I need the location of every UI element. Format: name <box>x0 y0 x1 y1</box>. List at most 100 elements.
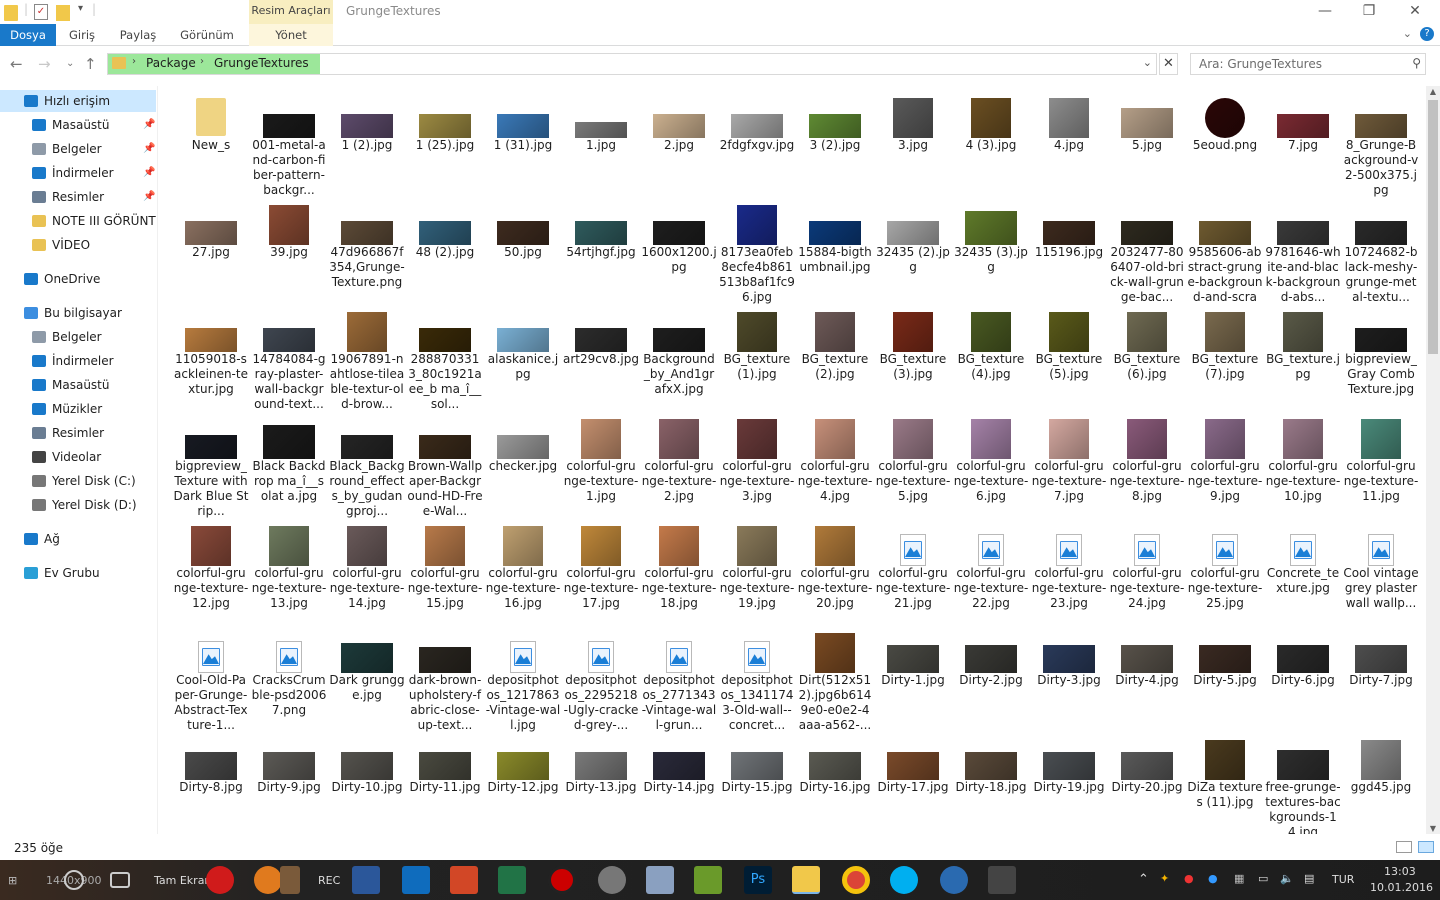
start-icon[interactable]: ⊞ <box>8 874 17 887</box>
file-item[interactable]: Dirty-7.jpg <box>1343 629 1419 734</box>
file-item[interactable]: ggd45.jpg <box>1343 736 1419 834</box>
outlook-icon[interactable] <box>402 866 430 894</box>
file-item[interactable]: 4.jpg <box>1031 94 1107 199</box>
tab-home[interactable]: Giriş <box>58 24 106 46</box>
file-item[interactable]: Dirty-12.jpg <box>485 736 561 834</box>
file-item[interactable]: colorful-grunge-texture-7.jpg <box>1031 415 1107 520</box>
sidebar-item[interactable]: İndirmeler <box>0 350 156 372</box>
file-item[interactable]: Dirty-15.jpg <box>719 736 795 834</box>
firefox-icon[interactable] <box>254 866 282 894</box>
file-item[interactable]: colorful-grunge-texture-9.jpg <box>1187 415 1263 520</box>
sidebar-item[interactable]: Masaüstü 📌 <box>0 114 156 136</box>
file-item[interactable]: 115196.jpg <box>1031 201 1107 306</box>
file-item[interactable]: Black_Background_effects_by_gudangproj..… <box>329 415 405 520</box>
language-indicator[interactable]: TUR <box>1332 873 1354 886</box>
skype-icon[interactable] <box>890 866 918 894</box>
file-item[interactable]: checker.jpg <box>485 415 561 520</box>
flag-app-icon[interactable] <box>988 866 1016 894</box>
file-item[interactable]: 2fdgfxgv.jpg <box>719 94 795 199</box>
file-item[interactable]: Dirty-13.jpg <box>563 736 639 834</box>
tab-file[interactable]: Dosya <box>0 24 56 46</box>
file-item[interactable]: bigpreview_Texture with Dark Blue Strip.… <box>173 415 249 520</box>
file-item[interactable]: BG_texture (5).jpg <box>1031 308 1107 413</box>
sidebar-item[interactable]: Masaüstü <box>0 374 156 396</box>
file-item[interactable]: Cool vintage grey plaster wall wallp... <box>1343 522 1419 627</box>
file-item[interactable]: colorful-grunge-texture-18.jpg <box>641 522 717 627</box>
file-item[interactable]: colorful-grunge-texture-25.jpg <box>1187 522 1263 627</box>
file-item[interactable]: BG_texture (7).jpg <box>1187 308 1263 413</box>
file-item[interactable]: colorful-grunge-texture-16.jpg <box>485 522 561 627</box>
file-item[interactable]: colorful-grunge-texture-12.jpg <box>173 522 249 627</box>
sidebar-item[interactable]: OneDrive <box>0 268 156 290</box>
file-item[interactable]: 48 (2).jpg <box>407 201 483 306</box>
file-item[interactable]: 47d966867f354,Grunge-Texture.png <box>329 201 405 306</box>
file-item[interactable]: depositphotos_1217863-Vintage-wall.jpg <box>485 629 561 734</box>
file-item[interactable]: colorful-grunge-texture-13.jpg <box>251 522 327 627</box>
file-item[interactable]: Dirty-18.jpg <box>953 736 1029 834</box>
file-item[interactable]: BG_texture.jpg <box>1265 308 1341 413</box>
task-view-icon[interactable] <box>110 872 130 888</box>
file-item[interactable]: 2888703313_80c1921aee_b ma_î__sol... <box>407 308 483 413</box>
minimize-button[interactable]: — <box>1302 0 1348 24</box>
sidebar-item[interactable]: Videolar <box>0 446 156 468</box>
file-item[interactable]: colorful-grunge-texture-19.jpg <box>719 522 795 627</box>
new-folder-icon[interactable] <box>56 5 70 21</box>
file-item[interactable]: 27.jpg <box>173 201 249 306</box>
file-item[interactable]: colorful-grunge-texture-14.jpg <box>329 522 405 627</box>
file-item[interactable]: Cool-Old-Paper-Grunge-Abstract-Texture-1… <box>173 629 249 734</box>
tab-share[interactable]: Paylaş <box>112 24 164 46</box>
file-item[interactable]: Dirty-10.jpg <box>329 736 405 834</box>
file-item[interactable]: DiZa textures (11).jpg <box>1187 736 1263 834</box>
properties-icon[interactable]: ✓ <box>34 4 48 20</box>
up-arrow-icon[interactable]: ↑ <box>84 55 97 73</box>
forward-arrow-icon[interactable]: → <box>38 55 51 73</box>
file-item[interactable]: 8173ea0feb8ecfe4b861513b8af1fc96.jpg <box>719 201 795 306</box>
file-item[interactable]: Dirty-11.jpg <box>407 736 483 834</box>
file-item[interactable]: 14784084-gray-plaster-wall-background-te… <box>251 308 327 413</box>
file-item[interactable]: Dirty-5.jpg <box>1187 629 1263 734</box>
scrollbar-thumb[interactable] <box>1428 100 1438 354</box>
sidebar-item[interactable]: Belgeler 📌 <box>0 138 156 160</box>
file-item[interactable]: 19067891-nahtlose-tileable-textur-old-br… <box>329 308 405 413</box>
file-item[interactable]: colorful-grunge-texture-3.jpg <box>719 415 795 520</box>
file-item[interactable]: 1 (2).jpg <box>329 94 405 199</box>
file-item[interactable]: colorful-grunge-texture-23.jpg <box>1031 522 1107 627</box>
stop-icon[interactable]: ✕ <box>1159 53 1178 75</box>
file-item[interactable]: depositphotos_2295218-Ugly-cracked-grey-… <box>563 629 639 734</box>
file-item[interactable]: colorful-grunge-texture-10.jpg <box>1265 415 1341 520</box>
file-item[interactable]: 7.jpg <box>1265 94 1341 199</box>
notifications-icon[interactable]: ▤ <box>1304 872 1314 885</box>
volume-icon[interactable]: 🔈 <box>1280 872 1294 885</box>
search-icon[interactable]: ⚲ <box>1412 56 1421 70</box>
sidebar-item[interactable]: Ev Grubu <box>0 562 156 584</box>
word-icon[interactable] <box>352 866 380 894</box>
file-item[interactable]: Dirty-9.jpg <box>251 736 327 834</box>
file-item[interactable]: 4 (3).jpg <box>953 94 1029 199</box>
file-item[interactable]: 2032477-806407-old-brick-wall-grunge-bac… <box>1109 201 1185 306</box>
large-icons-view-icon[interactable] <box>1418 841 1434 853</box>
file-item[interactable]: 32435 (3).jpg <box>953 201 1029 306</box>
sidebar-item[interactable]: NOTE III GÖRÜNTÜ <box>0 210 156 232</box>
folder-icon[interactable] <box>4 5 18 21</box>
scanner-icon[interactable] <box>646 866 674 894</box>
sidebar-item[interactable]: Resimler <box>0 422 156 444</box>
file-item[interactable]: Brown-Wallpaper-Background-HD-Free-Wal..… <box>407 415 483 520</box>
file-item[interactable]: Dirty-3.jpg <box>1031 629 1107 734</box>
file-item[interactable]: depositphotos_13411743-Old-wall--concret… <box>719 629 795 734</box>
sidebar-item[interactable]: Resimler 📌 <box>0 186 156 208</box>
file-item[interactable]: 5.jpg <box>1109 94 1185 199</box>
breadcrumb-package[interactable]: Package <box>146 56 196 70</box>
file-item[interactable]: 8_Grunge-Background-v2-500x375.jpg <box>1343 94 1419 199</box>
file-item[interactable]: colorful-grunge-texture-17.jpg <box>563 522 639 627</box>
vertical-scrollbar[interactable]: ▲ ▼ <box>1426 86 1440 834</box>
sidebar-item[interactable]: Yerel Disk (C:) <box>0 470 156 492</box>
sidebar-item[interactable]: İndirmeler 📌 <box>0 162 156 184</box>
tab-manage[interactable]: Yönet <box>249 24 333 46</box>
file-item[interactable]: colorful-grunge-texture-5.jpg <box>875 415 951 520</box>
file-item[interactable]: colorful-grunge-texture-22.jpg <box>953 522 1029 627</box>
tray-app-icon[interactable]: ● <box>1184 872 1194 885</box>
photoshop-icon[interactable]: Ps <box>744 866 772 894</box>
sidebar-item[interactable]: Müzikler <box>0 398 156 420</box>
file-item[interactable]: colorful-grunge-texture-6.jpg <box>953 415 1029 520</box>
file-item[interactable]: 32435 (2).jpg <box>875 201 951 306</box>
